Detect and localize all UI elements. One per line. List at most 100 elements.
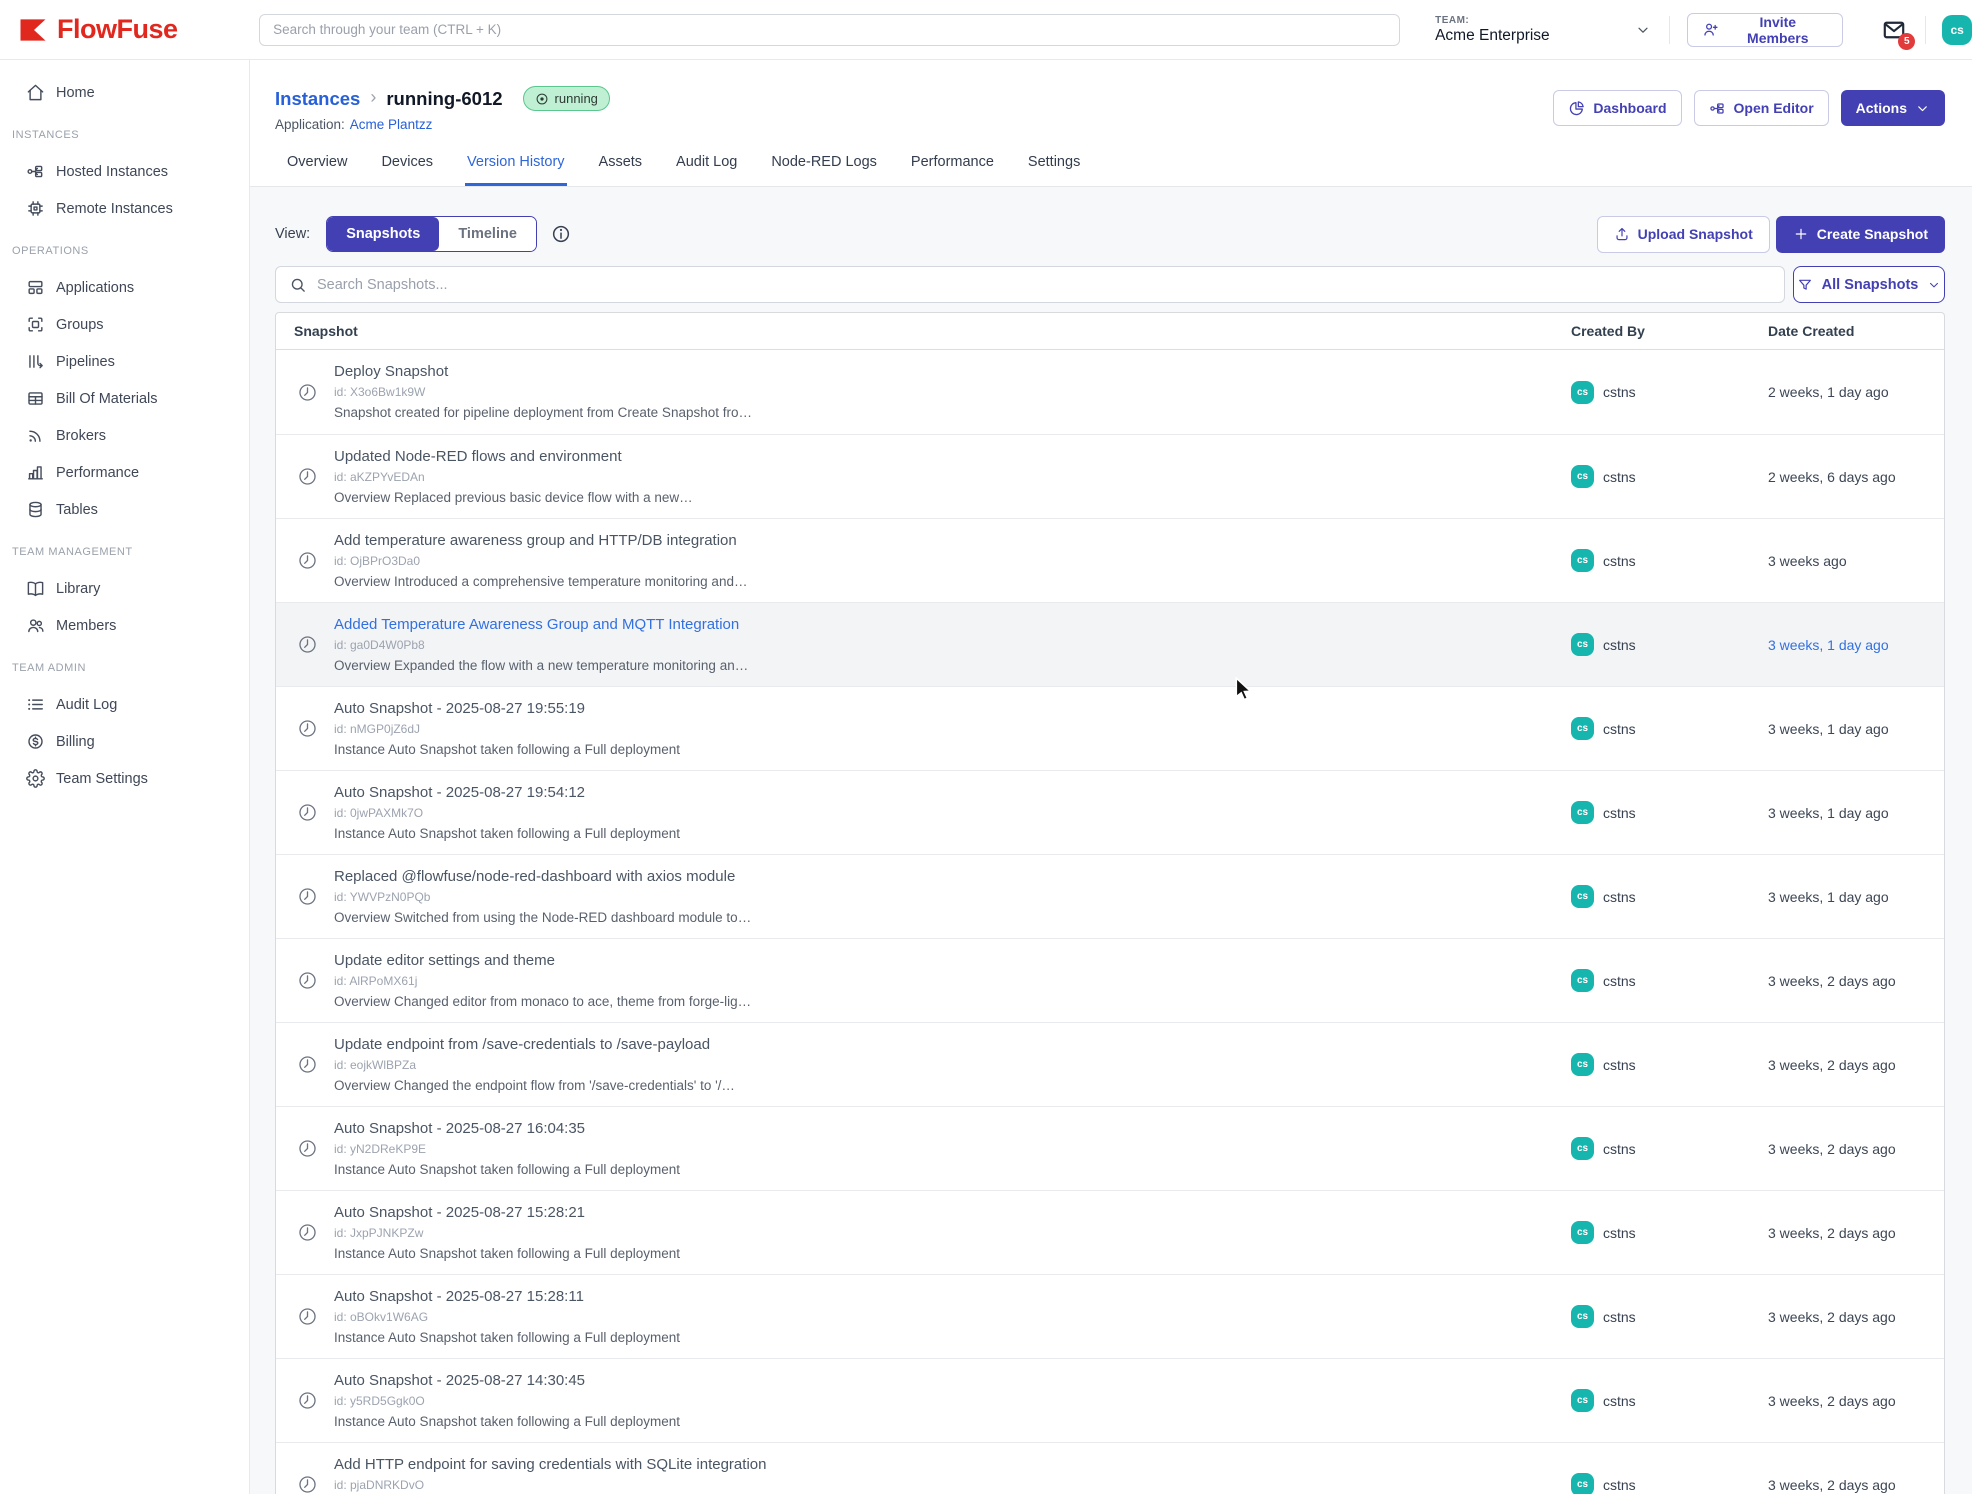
tab-assets[interactable]: Assets — [597, 154, 645, 186]
notifications-button[interactable]: 5 — [1881, 17, 1907, 43]
snapshot-description: Overview Introduced a comprehensive temp… — [334, 574, 747, 590]
sidebar-item-remote-instances[interactable]: Remote Instances — [0, 190, 249, 227]
sidebar-item-audit-log[interactable]: Audit Log — [0, 686, 249, 723]
clock-icon — [297, 382, 318, 403]
snapshot-description: Instance Auto Snapshot taken following a… — [334, 1330, 680, 1346]
sidebar-section-label: INSTANCES — [12, 129, 249, 145]
sidebar-item-applications[interactable]: Applications — [0, 269, 249, 306]
version-history-panel: View: SnapshotsTimeline Upload Snapshot … — [250, 187, 1972, 1494]
author-name: cstns — [1603, 889, 1636, 905]
snapshot-row[interactable]: Auto Snapshot - 2025-08-27 14:30:45 id: … — [276, 1358, 1944, 1442]
sidebar-item-library[interactable]: Library — [0, 570, 249, 607]
sidebar-item-bill-of-materials[interactable]: Bill Of Materials — [0, 380, 249, 417]
tab-performance[interactable]: Performance — [909, 154, 996, 186]
snapshot-row[interactable]: Auto Snapshot - 2025-08-27 19:55:19 id: … — [276, 686, 1944, 770]
clock-icon — [297, 550, 318, 571]
tab-audit-log[interactable]: Audit Log — [674, 154, 739, 186]
sidebar-item-home[interactable]: Home — [0, 74, 249, 111]
clock-icon — [297, 634, 318, 655]
toolbar: View: SnapshotsTimeline Upload Snapshot … — [275, 215, 1945, 253]
snapshot-row[interactable]: Auto Snapshot - 2025-08-27 19:54:12 id: … — [276, 770, 1944, 854]
chevron-down-icon — [1635, 22, 1651, 38]
snapshot-row[interactable]: Auto Snapshot - 2025-08-27 15:28:11 id: … — [276, 1274, 1944, 1358]
team-name: Acme Enterprise — [1435, 27, 1550, 45]
create-snapshot-label: Create Snapshot — [1817, 226, 1928, 242]
application-label: Application: — [275, 117, 345, 132]
view-toggle-timeline[interactable]: Timeline — [439, 217, 536, 251]
sidebar-item-billing[interactable]: Billing — [0, 723, 249, 760]
snapshot-row[interactable]: Auto Snapshot - 2025-08-27 15:28:21 id: … — [276, 1190, 1944, 1274]
sidebar-item-tables[interactable]: Tables — [0, 491, 249, 528]
tab-devices[interactable]: Devices — [379, 154, 435, 186]
tab-version-history[interactable]: Version History — [465, 154, 567, 186]
snapshot-row[interactable]: Auto Snapshot - 2025-08-27 16:04:35 id: … — [276, 1106, 1944, 1190]
snapshot-row[interactable]: Updated Node-RED flows and environment i… — [276, 434, 1944, 518]
team-search-input[interactable]: Search through your team (CTRL + K) — [259, 14, 1400, 46]
info-icon[interactable] — [551, 224, 571, 244]
sidebar-item-performance[interactable]: Performance — [0, 454, 249, 491]
snapshot-row[interactable]: Update endpoint from /save-credentials t… — [276, 1022, 1944, 1106]
author-name: cstns — [1603, 384, 1636, 400]
clock-icon — [297, 970, 318, 991]
home-icon — [26, 83, 45, 102]
snapshot-row[interactable]: Add temperature awareness group and HTTP… — [276, 518, 1944, 602]
dashboard-button[interactable]: Dashboard — [1553, 90, 1681, 126]
invite-members-button[interactable]: Invite Members — [1687, 13, 1843, 47]
sidebar-item-pipelines[interactable]: Pipelines — [0, 343, 249, 380]
author-avatar: cs — [1571, 1137, 1594, 1160]
team-search-placeholder: Search through your team (CTRL + K) — [273, 22, 501, 37]
snapshot-row[interactable]: Replaced @flowfuse/node-red-dashboard wi… — [276, 854, 1944, 938]
author-name: cstns — [1603, 637, 1636, 653]
open-editor-button[interactable]: Open Editor — [1694, 90, 1829, 126]
gear-icon — [26, 769, 45, 788]
view-toggle-snapshots[interactable]: Snapshots — [327, 217, 439, 251]
search-snapshots-input[interactable]: Search Snapshots... — [275, 266, 1785, 303]
applications-icon — [26, 278, 45, 297]
snapshot-title: Deploy Snapshot — [334, 363, 752, 380]
team-switcher[interactable]: TEAM: Acme Enterprise — [1435, 15, 1651, 45]
sidebar-item-label: Library — [56, 581, 100, 597]
sidebar-item-label: Billing — [56, 734, 95, 750]
dashboard-label: Dashboard — [1593, 100, 1666, 116]
page-header: Instances › running-6012 running Applica… — [250, 60, 1972, 187]
tab-settings[interactable]: Settings — [1026, 154, 1082, 186]
view-label: View: — [275, 226, 310, 242]
snapshot-title: Auto Snapshot - 2025-08-27 14:30:45 — [334, 1372, 680, 1389]
snapshot-filter-dropdown[interactable]: All Snapshots — [1793, 266, 1945, 303]
application-link[interactable]: Acme Plantzz — [350, 117, 433, 132]
upload-snapshot-button[interactable]: Upload Snapshot — [1597, 216, 1770, 253]
snapshot-title: Add HTTP endpoint for saving credentials… — [334, 1456, 766, 1473]
sidebar-item-groups[interactable]: Groups — [0, 306, 249, 343]
sidebar-item-label: Remote Instances — [56, 201, 173, 217]
actions-label: Actions — [1856, 100, 1907, 116]
flowfuse-logo[interactable]: FlowFuse — [0, 14, 248, 45]
tab-node-red-logs[interactable]: Node-RED Logs — [769, 154, 879, 186]
tab-overview[interactable]: Overview — [285, 154, 349, 186]
author-avatar: cs — [1571, 801, 1594, 824]
sidebar-item-team-settings[interactable]: Team Settings — [0, 760, 249, 797]
breadcrumb-instances-link[interactable]: Instances — [275, 88, 360, 110]
author-avatar: cs — [1571, 1305, 1594, 1328]
snapshot-id: id: pjaDNRKDvO — [334, 1478, 766, 1492]
date-created: 3 weeks, 2 days ago — [1768, 1225, 1944, 1241]
sidebar-item-hosted-instances[interactable]: Hosted Instances — [0, 153, 249, 190]
snapshot-row[interactable]: Deploy Snapshot id: X3o6Bw1k9W Snapshot … — [276, 350, 1944, 434]
status-text: running — [555, 91, 598, 106]
snapshot-row[interactable]: Add HTTP endpoint for saving credentials… — [276, 1442, 1944, 1494]
snapshot-title: Auto Snapshot - 2025-08-27 15:28:11 — [334, 1288, 680, 1305]
user-avatar[interactable]: cs — [1942, 15, 1972, 45]
create-snapshot-button[interactable]: Create Snapshot — [1776, 216, 1945, 253]
clock-icon — [297, 802, 318, 823]
toolbar-actions: Upload Snapshot Create Snapshot — [1597, 216, 1945, 253]
sidebar-item-brokers[interactable]: Brokers — [0, 417, 249, 454]
author-name: cstns — [1603, 1393, 1636, 1409]
snapshot-row[interactable]: Update editor settings and theme id: AlR… — [276, 938, 1944, 1022]
chip-icon — [26, 199, 45, 218]
snapshot-description: Instance Auto Snapshot taken following a… — [334, 742, 680, 758]
date-created: 2 weeks, 6 days ago — [1768, 469, 1944, 485]
sidebar-item-members[interactable]: Members — [0, 607, 249, 644]
snapshot-id: id: OjBPrO3Da0 — [334, 554, 747, 568]
snapshot-row[interactable]: Added Temperature Awareness Group and MQ… — [276, 602, 1944, 686]
snapshot-description: Overview Changed editor from monaco to a… — [334, 994, 751, 1010]
actions-button[interactable]: Actions — [1841, 90, 1945, 126]
